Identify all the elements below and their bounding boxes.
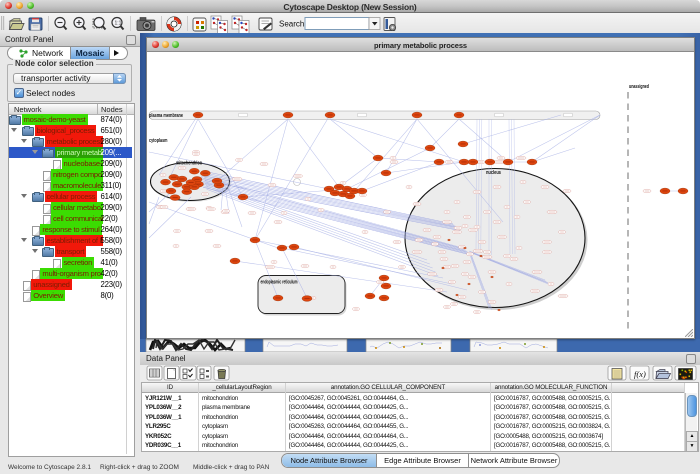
svg-text:nucleus: nucleus [486, 170, 501, 176]
svg-text:cytoplasm: cytoplasm [149, 138, 168, 144]
svg-text:endoplasmic reticulum: endoplasmic reticulum [261, 280, 298, 286]
svg-text:unassigned: unassigned [629, 84, 649, 90]
svg-text:plasma membrane: plasma membrane [149, 113, 183, 119]
svg-text:f(x): f(x) [634, 369, 646, 379]
svg-text:1:1: 1:1 [115, 21, 122, 27]
svg-text:mitochondrion: mitochondrion [176, 161, 202, 167]
svg-text:Search:: Search: [279, 20, 307, 29]
